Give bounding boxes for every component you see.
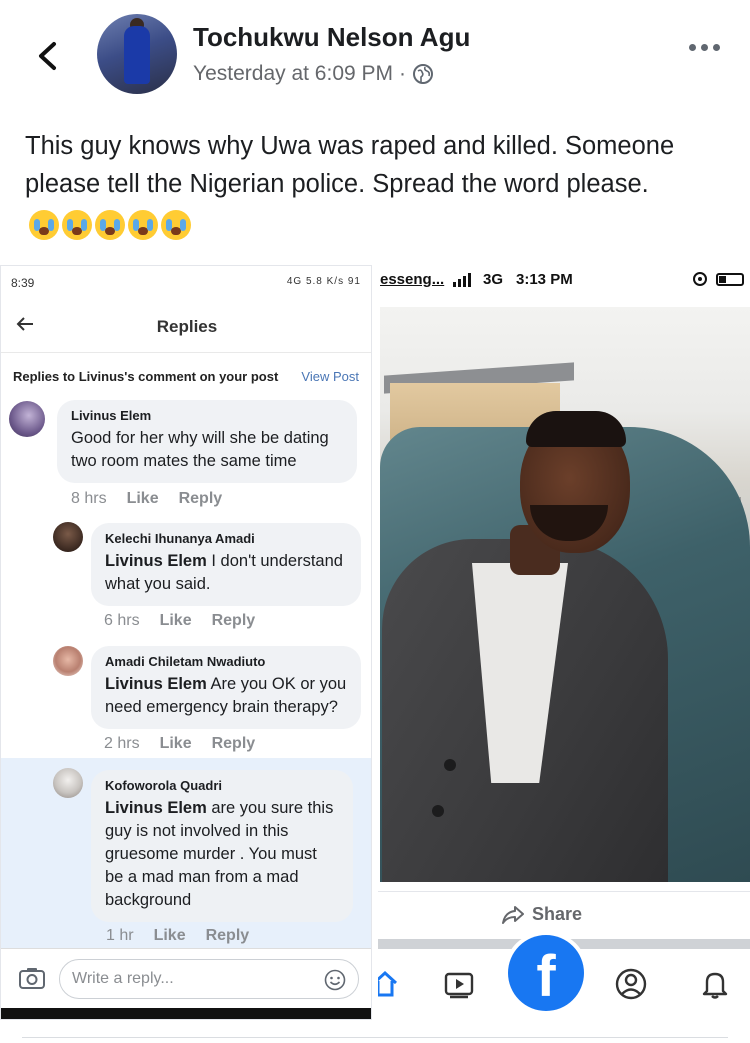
like-button[interactable]: Like [160, 612, 192, 630]
post-time[interactable]: Yesterday at 6:09 PM [193, 62, 393, 86]
share-arrow-icon [502, 905, 524, 924]
post-body: This guy knows why Uwa was raped and kil… [25, 127, 725, 242]
comment-time: 8 hrs [71, 490, 107, 507]
nav-bar-strip [1, 1008, 371, 1019]
subheader-label: Replies to Livinus's comment on your pos… [13, 369, 279, 384]
replies-subheader: Replies to Livinus's comment on your pos… [1, 352, 371, 396]
comment-time: 2 hrs [104, 735, 140, 752]
back-arrow-icon[interactable] [28, 36, 68, 76]
share-label: Share [532, 904, 583, 924]
comment-text: Livinus Elem are you sure this guy is no… [105, 797, 339, 912]
battery-icon [716, 272, 744, 286]
reply-composer: Write a reply... [1, 948, 371, 1008]
author-name[interactable]: Tochukwu Nelson Agu [193, 22, 470, 53]
profile-icon[interactable] [614, 967, 648, 1001]
avatar[interactable] [53, 768, 83, 798]
replies-screenshot: 8:39 4G 5.8 K/s 91 Replies Replies to Li… [0, 265, 372, 1020]
reply-button[interactable]: Reply [206, 927, 250, 945]
mention-link[interactable]: Livinus Elem [105, 552, 207, 570]
reply-input-placeholder: Write a reply... [72, 970, 174, 987]
like-button[interactable]: Like [127, 490, 159, 508]
status-time: 8:39 [11, 276, 35, 290]
post-text: This guy knows why Uwa was raped and kil… [25, 132, 675, 198]
comment-body: Good for her why will she be dating two … [71, 429, 329, 470]
mention-link[interactable]: Livinus Elem [105, 799, 207, 817]
status-indicators: 4G 5.8 K/s 91 [286, 276, 361, 287]
bottom-tab-bar: f [378, 935, 750, 1020]
comment-time: 6 hrs [104, 612, 140, 629]
mention-link[interactable]: Livinus Elem [105, 675, 207, 693]
post-divider [22, 1037, 728, 1038]
status-network: 3G [483, 271, 504, 288]
status-app: esseng... [380, 271, 445, 288]
signal-icon [453, 273, 471, 287]
camera-icon[interactable] [19, 967, 45, 989]
share-bar: Share [378, 891, 750, 937]
author-avatar[interactable] [97, 14, 177, 94]
commenter-name[interactable]: Kelechi Ihunanya Amadi [105, 531, 347, 546]
post-header: Tochukwu Nelson Agu Yesterday at 6:09 PM… [0, 0, 750, 110]
status-bar: 8:39 4G 5.8 K/s 91 [1, 266, 371, 300]
comment-text: Livinus Elem I don't understand what you… [105, 550, 347, 596]
commenter-name[interactable]: Kofoworola Quadri [105, 778, 339, 793]
crying-face-icon [95, 209, 125, 240]
commenter-name[interactable]: Amadi Chiletam Nwadiuto [105, 654, 347, 669]
view-post-link[interactable]: View Post [301, 369, 359, 384]
crying-face-icon [62, 209, 92, 240]
comment-actions: 6 hrs Like Reply [104, 612, 255, 630]
like-button[interactable]: Like [160, 735, 192, 753]
rotation-lock-icon [693, 272, 707, 286]
share-button[interactable]: Share [502, 904, 582, 925]
watch-icon[interactable] [442, 967, 476, 1001]
comment-bubble: Kofoworola Quadri Livinus Elem are you s… [91, 770, 353, 922]
emoji-icon[interactable] [324, 969, 346, 991]
comment-time: 1 hr [106, 927, 134, 944]
comment-bubble: Kelechi Ihunanya Amadi Livinus Elem I do… [91, 523, 361, 606]
photo-screenshot: esseng... 3G 3:13 PM Share f [378, 265, 750, 1020]
comment-actions: 1 hr Like Reply [106, 927, 249, 945]
avatar[interactable] [53, 522, 83, 552]
replies-nav: Replies [1, 300, 371, 352]
comment-text: Livinus Elem Are you OK or you need emer… [105, 673, 347, 719]
crying-emoji-row [29, 204, 194, 242]
meta-separator: · [399, 62, 407, 85]
replies-title: Replies [156, 317, 218, 336]
reply-button[interactable]: Reply [212, 735, 256, 753]
status-right-icons [692, 271, 744, 287]
comment-actions: 8 hrs Like Reply [71, 490, 222, 508]
avatar[interactable] [9, 401, 45, 437]
notifications-bell-icon[interactable] [698, 967, 732, 1001]
avatar[interactable] [53, 646, 83, 676]
reply-button[interactable]: Reply [212, 612, 256, 630]
crying-face-icon [29, 209, 59, 240]
comment-bubble: Livinus Elem Good for her why will she b… [57, 400, 357, 483]
comment-bubble: Amadi Chiletam Nwadiuto Livinus Elem Are… [91, 646, 361, 729]
commenter-name[interactable]: Livinus Elem [71, 408, 343, 423]
post-photo[interactable] [380, 307, 750, 882]
status-time: 3:13 PM [516, 271, 573, 288]
crying-face-icon [161, 209, 191, 240]
like-button[interactable]: Like [154, 927, 186, 945]
status-bar: esseng... 3G 3:13 PM [378, 265, 750, 295]
globe-icon [413, 64, 434, 84]
more-options-icon[interactable] [689, 44, 720, 51]
reply-button[interactable]: Reply [179, 490, 223, 508]
reply-input[interactable]: Write a reply... [59, 959, 359, 999]
comment-actions: 2 hrs Like Reply [104, 735, 255, 753]
facebook-logo-icon[interactable]: f [508, 935, 584, 1011]
crying-face-icon [128, 209, 158, 240]
comment-text: Good for her why will she be dating two … [71, 427, 343, 473]
post-meta: Yesterday at 6:09 PM · [193, 62, 434, 86]
home-icon[interactable] [378, 967, 402, 1001]
